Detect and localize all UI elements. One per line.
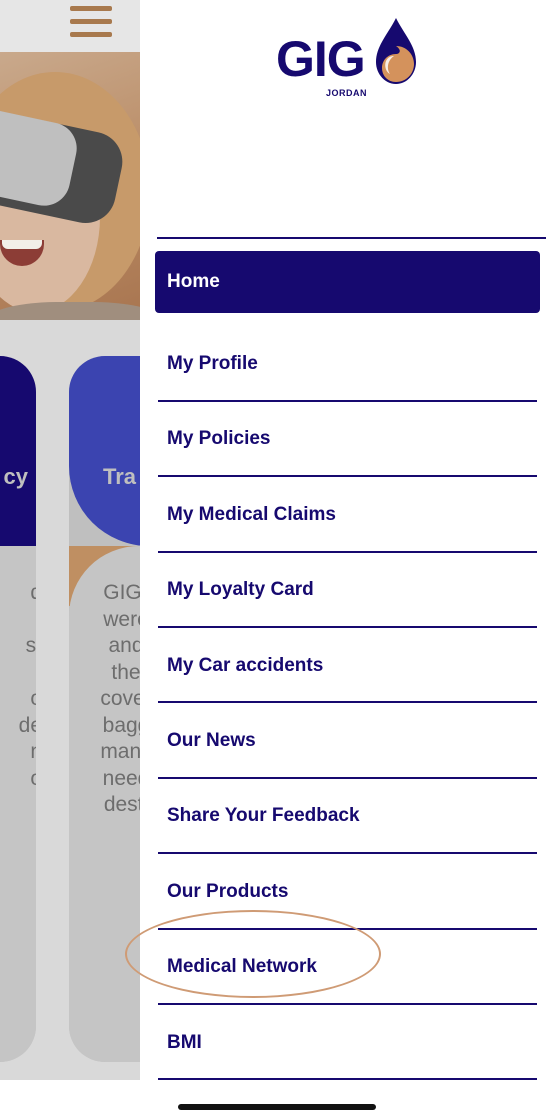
menu-item-label: Our Products <box>167 880 289 902</box>
drop-logo-icon <box>376 18 416 84</box>
product-card-title: Tra <box>103 464 137 489</box>
menu-item-label: My Policies <box>167 428 271 450</box>
menu-item-home[interactable]: Home <box>155 251 540 313</box>
gig-jordan-logo: GIG JORDAN <box>276 14 416 100</box>
menu-item-my-loyalty-card[interactable]: My Loyalty Card <box>155 553 540 628</box>
menu-item-label: BMI <box>167 1031 202 1053</box>
menu-item-label: Home <box>167 271 220 292</box>
menu-item-my-car-accidents[interactable]: My Car accidents <box>155 628 540 704</box>
product-card-description: d s, o de n o <box>18 581 36 790</box>
menu-item-our-products[interactable]: Our Products <box>155 854 540 930</box>
menu-item-our-news[interactable]: Our News <box>155 703 540 779</box>
hamburger-icon[interactable] <box>70 6 112 38</box>
menu-item-my-medical-claims[interactable]: My Medical Claims <box>155 477 540 553</box>
menu-item-label: Our News <box>167 730 256 752</box>
product-card-description: GIG- were and the cover bagg many need d… <box>100 581 140 816</box>
home-indicator[interactable] <box>178 1104 376 1110</box>
drawer-menu: Home My Profile My Policies My Medical C… <box>155 251 540 1081</box>
logo-brand-text: GIG <box>276 31 366 87</box>
menu-item-label: My Medical Claims <box>167 503 336 525</box>
menu-item-bmi[interactable]: BMI <box>155 1005 540 1081</box>
background-screen: cy d s, o de n o e! Tra GIG- were and th… <box>0 0 140 1080</box>
background-top-bar <box>0 0 140 52</box>
hero-banner-image <box>0 52 140 320</box>
menu-item-my-profile[interactable]: My Profile <box>155 326 540 402</box>
menu-item-label: Medical Network <box>167 956 317 978</box>
product-card-footer: e! <box>0 1015 2 1038</box>
menu-item-share-feedback[interactable]: Share Your Feedback <box>155 779 540 855</box>
product-card-travel[interactable]: Tra GIG- were and the cover bagg many ne… <box>69 356 140 1062</box>
menu-item-label: My Loyalty Card <box>167 579 314 601</box>
navigation-drawer: GIG JORDAN Home My Profile My Policies M… <box>140 0 546 1081</box>
menu-divider <box>158 1078 537 1081</box>
logo-subtitle: JORDAN <box>326 88 368 98</box>
menu-item-label: Share Your Feedback <box>167 805 360 827</box>
menu-item-label: My Car accidents <box>167 654 324 676</box>
menu-divider <box>157 237 546 239</box>
menu-item-label: My Profile <box>167 353 258 375</box>
menu-item-medical-network[interactable]: Medical Network <box>155 930 540 1005</box>
menu-item-my-policies[interactable]: My Policies <box>155 402 540 478</box>
product-card-title: cy <box>3 464 28 489</box>
product-card-policy[interactable]: cy d s, o de n o e! <box>0 356 36 1062</box>
